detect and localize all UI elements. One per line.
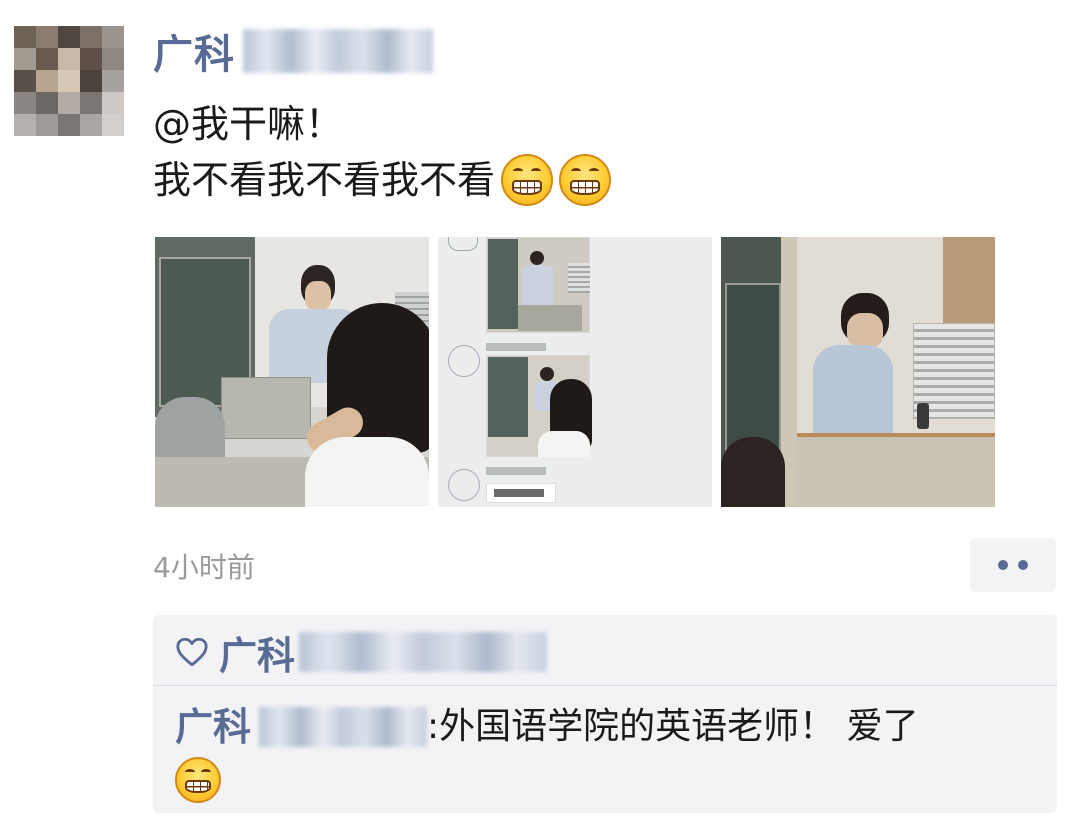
comment-text: 外国语学院的英语老师！ 爱了 [439, 706, 919, 747]
blurred-name [243, 29, 433, 73]
author-row: 广科 [153, 26, 433, 78]
post-timestamp: 4小时前 [153, 551, 255, 584]
divider [153, 685, 1057, 686]
post-text-line-1: @我干嘛！ [153, 102, 344, 146]
heart-icon [176, 637, 208, 667]
grin-emoji-icon [175, 757, 221, 803]
grin-emoji-icon [559, 154, 612, 206]
more-dots-icon[interactable] [970, 538, 1056, 592]
moments-post: 广科 @我干嘛！ 我不看我不看我不看 4小时前 广科 广科: 外国语学院的英语… [0, 0, 1080, 825]
liker-name[interactable]: 广科 [219, 625, 295, 680]
interaction-panel: 广科 广科 : 外国语学院的英语老师！ 爱了 [153, 615, 1057, 813]
photo-grid [155, 237, 997, 507]
classroom-photo-teacher-at-podium[interactable] [721, 237, 995, 507]
post-text-line-2: 我不看我不看我不看 [153, 152, 1033, 208]
comment[interactable]: 广科 : 外国语学院的英语老师！ 爱了 [175, 699, 1045, 803]
commenter-name[interactable]: 广科 [175, 699, 251, 755]
blurred-name [259, 707, 428, 747]
grin-emoji-icon [501, 154, 554, 206]
likes-row: 广科 [175, 625, 548, 680]
blurred-name [299, 632, 548, 672]
classroom-photo-teacher-with-student[interactable] [155, 237, 429, 507]
author-name[interactable]: 广科 [153, 22, 235, 80]
post-text: @我干嘛！ 我不看我不看我不看 [153, 96, 1033, 208]
comment-separator: : [427, 706, 440, 747]
screenshot-collage-photo[interactable] [438, 237, 712, 507]
avatar[interactable] [14, 26, 124, 136]
